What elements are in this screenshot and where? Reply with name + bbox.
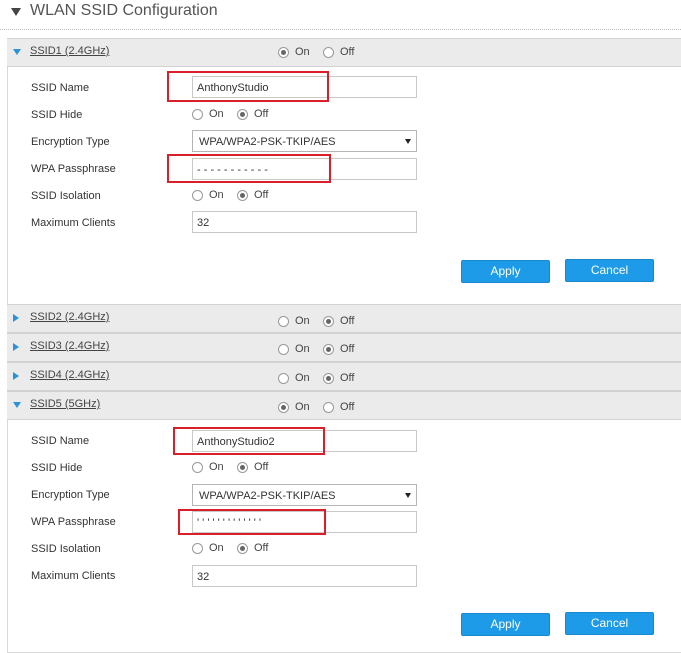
ssid2-off-radio[interactable] bbox=[323, 316, 334, 327]
ssid-hide-label: SSID Hide bbox=[31, 109, 83, 121]
ssid5-isolation-off-radio[interactable] bbox=[237, 543, 248, 554]
ssid5-on-radio[interactable] bbox=[278, 402, 289, 413]
ssid1-hide-on-radio[interactable] bbox=[192, 109, 203, 120]
ssid2-on-radio[interactable] bbox=[278, 316, 289, 327]
ssid5-isolation-off-label: Off bbox=[254, 542, 269, 554]
ssid5-hide-off-label: Off bbox=[254, 461, 269, 473]
ssid2-title[interactable]: SSID2 (2.4GHz) bbox=[30, 311, 109, 323]
ssid1-hide-on-label: On bbox=[209, 108, 224, 120]
ssid5-passphrase-mask: ' ' ' ' ' ' ' ' ' ' ' ' ' bbox=[197, 517, 261, 529]
max-clients-label: Maximum Clients bbox=[31, 217, 116, 229]
ssid1-passphrase-input[interactable]: - - - - - - - - - - - bbox=[192, 158, 417, 180]
ssid1-max-clients-input[interactable]: 32 bbox=[192, 211, 417, 233]
ssid1-name-input[interactable]: AnthonyStudio bbox=[192, 76, 417, 98]
page-header: WLAN SSID Configuration bbox=[0, 0, 681, 30]
ssid3-off-label: Off bbox=[340, 343, 355, 355]
ssid1-header[interactable]: SSID1 (2.4GHz) On Off bbox=[7, 38, 681, 67]
ssid1-off-radio[interactable] bbox=[323, 47, 334, 58]
ssid5-off-label: Off bbox=[340, 401, 355, 413]
divider bbox=[0, 29, 681, 30]
ssid1-isolation-on-radio[interactable] bbox=[192, 190, 203, 201]
ssid5-name-input[interactable]: AnthonyStudio2 bbox=[192, 430, 417, 452]
ssid1-passphrase-mask: - - - - - - - - - - - bbox=[197, 164, 268, 176]
ssid2-off-label: Off bbox=[340, 315, 355, 327]
ssid1-hide-off-label: Off bbox=[254, 108, 269, 120]
wpa-passphrase-label: WPA Passphrase bbox=[31, 516, 116, 528]
ssid1-on-label: On bbox=[295, 46, 310, 58]
chevron-down-icon bbox=[405, 493, 411, 498]
ssid5-hide-off-radio[interactable] bbox=[237, 462, 248, 473]
ssid5-title[interactable]: SSID5 (5GHz) bbox=[30, 398, 100, 410]
ssid-isolation-label: SSID Isolation bbox=[31, 543, 101, 555]
expand-arrow-right-icon[interactable] bbox=[13, 314, 19, 322]
ssid1-title[interactable]: SSID1 (2.4GHz) bbox=[30, 45, 109, 57]
ssid5-passphrase-input[interactable]: ' ' ' ' ' ' ' ' ' ' ' ' ' bbox=[192, 511, 417, 533]
ssid5-cancel-button[interactable]: Cancel bbox=[565, 612, 654, 635]
max-clients-label: Maximum Clients bbox=[31, 570, 116, 582]
ssid1-encryption-select[interactable]: WPA/WPA2-PSK-TKIP/AES bbox=[192, 130, 417, 152]
ssid4-on-label: On bbox=[295, 372, 310, 384]
ssid1-cancel-button[interactable]: Cancel bbox=[565, 259, 654, 282]
ssid3-off-radio[interactable] bbox=[323, 344, 334, 355]
ssid5-max-clients-input[interactable]: 32 bbox=[192, 565, 417, 587]
expand-arrow-right-icon[interactable] bbox=[13, 372, 19, 380]
ssid1-on-radio[interactable] bbox=[278, 47, 289, 58]
ssid1-encryption-value: WPA/WPA2-PSK-TKIP/AES bbox=[199, 136, 336, 148]
ssid5-header[interactable]: SSID5 (5GHz) On Off bbox=[7, 391, 681, 420]
ssid-isolation-label: SSID Isolation bbox=[31, 190, 101, 202]
ssid4-title[interactable]: SSID4 (2.4GHz) bbox=[30, 369, 109, 381]
ssid4-on-radio[interactable] bbox=[278, 373, 289, 384]
ssid2-on-label: On bbox=[295, 315, 310, 327]
expand-arrow-down-icon[interactable] bbox=[13, 49, 21, 55]
encryption-type-label: Encryption Type bbox=[31, 136, 110, 148]
encryption-type-label: Encryption Type bbox=[31, 489, 110, 501]
ssid3-header[interactable]: SSID3 (2.4GHz) On Off bbox=[7, 333, 681, 362]
wpa-passphrase-label: WPA Passphrase bbox=[31, 163, 116, 175]
ssid2-header[interactable]: SSID2 (2.4GHz) On Off bbox=[7, 304, 681, 333]
page-title: WLAN SSID Configuration bbox=[30, 2, 218, 19]
expand-arrow-right-icon[interactable] bbox=[13, 343, 19, 351]
ssid5-apply-button[interactable]: Apply bbox=[461, 613, 550, 636]
ssid1-isolation-on-label: On bbox=[209, 189, 224, 201]
ssid5-hide-on-label: On bbox=[209, 461, 224, 473]
chevron-down-icon bbox=[405, 139, 411, 144]
ssid5-hide-on-radio[interactable] bbox=[192, 462, 203, 473]
ssid1-isolation-off-label: Off bbox=[254, 189, 269, 201]
expand-arrow-down-icon[interactable] bbox=[13, 402, 21, 408]
ssid5-encryption-value: WPA/WPA2-PSK-TKIP/AES bbox=[199, 490, 336, 502]
ssid1-hide-off-radio[interactable] bbox=[237, 109, 248, 120]
ssid1-off-label: Off bbox=[340, 46, 355, 58]
ssid5-on-label: On bbox=[295, 401, 310, 413]
ssid3-on-radio[interactable] bbox=[278, 344, 289, 355]
ssid4-header[interactable]: SSID4 (2.4GHz) On Off bbox=[7, 362, 681, 391]
collapse-triangle-icon[interactable] bbox=[11, 8, 21, 16]
ssid1-apply-button[interactable]: Apply bbox=[461, 260, 550, 283]
ssid4-off-label: Off bbox=[340, 372, 355, 384]
ssid5-encryption-select[interactable]: WPA/WPA2-PSK-TKIP/AES bbox=[192, 484, 417, 506]
ssid-name-label: SSID Name bbox=[31, 435, 90, 447]
ssid3-on-label: On bbox=[295, 343, 310, 355]
ssid3-title[interactable]: SSID3 (2.4GHz) bbox=[30, 340, 109, 352]
ssid1-isolation-off-radio[interactable] bbox=[237, 190, 248, 201]
ssid-hide-label: SSID Hide bbox=[31, 462, 83, 474]
ssid5-isolation-on-label: On bbox=[209, 542, 224, 554]
ssid5-isolation-on-radio[interactable] bbox=[192, 543, 203, 554]
ssid5-off-radio[interactable] bbox=[323, 402, 334, 413]
ssid4-off-radio[interactable] bbox=[323, 373, 334, 384]
ssid-name-label: SSID Name bbox=[31, 82, 90, 94]
